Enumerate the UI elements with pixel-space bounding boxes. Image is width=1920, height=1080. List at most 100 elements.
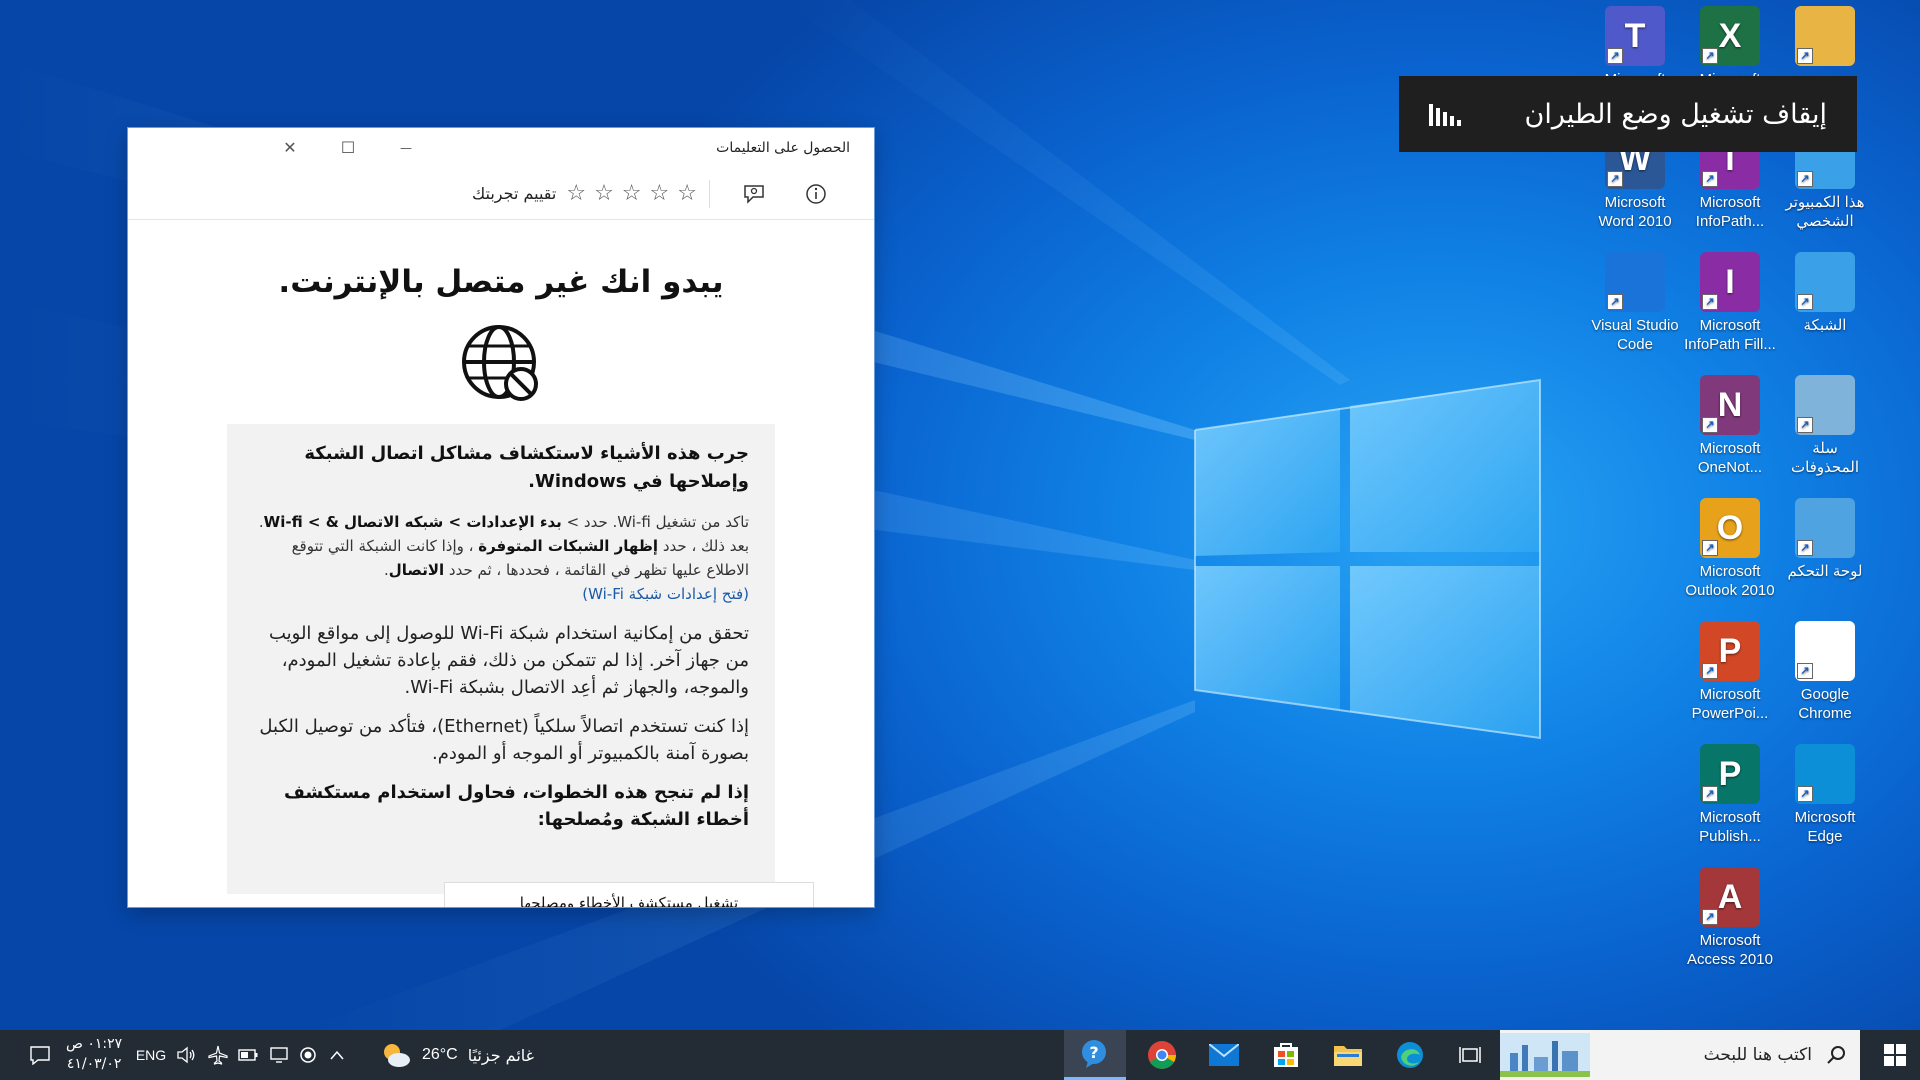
app-icon: O ↗ <box>1700 498 1760 558</box>
mail-icon <box>1209 1044 1239 1066</box>
task-view-button[interactable] <box>1445 1030 1495 1080</box>
shortcut-arrow-icon: ↗ <box>1607 48 1623 64</box>
tray-volume[interactable] <box>172 1030 200 1080</box>
minimize-button[interactable]: — <box>386 136 426 160</box>
wifi-step-text: تاكد من تشغيل Wi-fi. حدد > بدء الإعدادات… <box>257 510 749 582</box>
app-icon: ↗ <box>1795 621 1855 681</box>
taskbar-edge[interactable] <box>1380 1030 1440 1080</box>
info-icon[interactable] <box>798 176 834 212</box>
search-icon <box>1827 1046 1845 1064</box>
contact-support-icon[interactable] <box>736 176 772 212</box>
taskbar-store[interactable] <box>1256 1030 1316 1080</box>
maximize-button[interactable]: ☐ <box>328 136 368 160</box>
app-icon: X ↗ <box>1700 6 1760 66</box>
show-hidden-icons-button[interactable] <box>322 1030 352 1080</box>
step-text: تاكد من تشغيل Wi-fi. حدد > <box>561 513 749 531</box>
run-troubleshooter-button[interactable]: تشغيل مستكشف الأخطاء ومصلحها <box>444 882 814 907</box>
desktop-icon-label: Microsoft Publish... <box>1699 809 1761 845</box>
airplane-icon <box>208 1045 228 1065</box>
rating-stars[interactable]: ☆ ☆ ☆ ☆ ☆ <box>566 181 697 206</box>
shortcut-arrow-icon: ↗ <box>1797 171 1813 187</box>
desktop-icon[interactable]: P ↗ Microsoft Publish... <box>1682 744 1778 846</box>
get-help-window: ✕ ☐ — الحصول على التعليمات ☆ ☆ ☆ ☆ ☆ تقي… <box>128 128 874 907</box>
desktop-icon[interactable]: ↗ Visual Studio Code <box>1587 252 1683 354</box>
tray-record[interactable] <box>296 1030 320 1080</box>
input-language-button[interactable]: ENG <box>132 1030 170 1080</box>
tray-display[interactable] <box>266 1030 292 1080</box>
airplane-mode-toast[interactable]: إيقاف تشغيل وضع الطيران <box>1399 76 1857 152</box>
step-connect: الاتصال <box>388 561 445 579</box>
language-indicator: ENG <box>135 1047 167 1063</box>
desktop-icon[interactable]: ↗ Google Chrome <box>1777 621 1873 723</box>
desktop-icon[interactable]: O ↗ Microsoft Outlook 2010 <box>1682 498 1778 600</box>
globe-blocked-icon <box>462 325 538 401</box>
desktop-icon[interactable]: ↗ Microsoft Edge <box>1777 744 1873 846</box>
help-toolbar: ☆ ☆ ☆ ☆ ☆ تقييم تجربتك <box>128 168 874 220</box>
star-icon[interactable]: ☆ <box>650 181 670 206</box>
app-icon: ↗ <box>1795 6 1855 66</box>
app-icon: ↗ <box>1795 744 1855 804</box>
search-placeholder: اكتب هنا للبحث <box>1703 1045 1812 1065</box>
display-icon <box>270 1047 288 1063</box>
desktop-icon[interactable]: ↗ لوحة التحكم <box>1777 498 1873 581</box>
troubleshoot-panel: جرب هذه الأشياء لاستكشاف مشاكل اتصال الش… <box>227 424 775 894</box>
window-title: الحصول على التعليمات <box>716 140 850 156</box>
desktop-icon-label: الشبكة <box>1803 317 1847 334</box>
desktop-icon-label: Microsoft Access 2010 <box>1687 932 1773 968</box>
desktop-icon-label: Microsoft OneNot... <box>1697 440 1763 476</box>
weather-widget[interactable]: غائم جزئيًا 26°C <box>372 1030 542 1080</box>
close-button[interactable]: ✕ <box>270 136 310 160</box>
clock-date: ٤١/٠٣/٠٢ <box>66 1056 122 1072</box>
desktop-icon[interactable]: ↗ الشبكة <box>1777 252 1873 335</box>
star-icon[interactable]: ☆ <box>622 181 642 206</box>
help-content: يبدو انك غير متصل بالإنترنت. جرب هذه الأ… <box>128 264 874 894</box>
desktop-icon[interactable]: N ↗ Microsoft OneNot... <box>1682 375 1778 477</box>
shortcut-arrow-icon: ↗ <box>1702 909 1718 925</box>
start-button[interactable] <box>1870 1030 1920 1080</box>
chrome-icon <box>1148 1041 1176 1069</box>
taskbar-file-explorer[interactable] <box>1318 1030 1378 1080</box>
notifications-icon <box>30 1046 50 1065</box>
taskbar-chrome[interactable] <box>1132 1030 1192 1080</box>
tray-battery[interactable] <box>234 1030 262 1080</box>
app-icon: N ↗ <box>1700 375 1760 435</box>
app-icon: ↗ <box>1795 252 1855 312</box>
weather-temperature: 26°C <box>421 1046 458 1063</box>
taskbar-clock[interactable]: ٠١:٢٧ ص ٤١/٠٣/٠٢ <box>66 1034 122 1074</box>
app-icon: I ↗ <box>1700 252 1760 312</box>
star-icon[interactable]: ☆ <box>677 181 697 206</box>
partly-cloudy-icon <box>383 1044 410 1067</box>
get-help-icon: ? <box>1082 1039 1106 1068</box>
store-icon <box>1274 1043 1298 1067</box>
desktop-icon-label: Microsoft Word 2010 <box>1598 194 1672 230</box>
taskbar-get-help[interactable]: ? <box>1064 1030 1126 1080</box>
windows-start-icon <box>1884 1044 1906 1066</box>
tray-airplane-mode[interactable] <box>204 1030 232 1080</box>
star-icon[interactable]: ☆ <box>566 181 586 206</box>
app-icon: ↗ <box>1795 375 1855 435</box>
shortcut-arrow-icon: ↗ <box>1797 786 1813 802</box>
svg-text:?: ? <box>1089 1043 1098 1062</box>
taskbar: اكتب هنا للبحث ? غائم جزئيًا 26°C ENG ٠١… <box>0 1030 1920 1080</box>
toolbar-divider <box>709 179 710 208</box>
clock-time: ٠١:٢٧ ص <box>66 1036 123 1052</box>
battery-icon <box>238 1049 258 1061</box>
taskbar-mail[interactable] <box>1194 1030 1254 1080</box>
star-icon[interactable]: ☆ <box>594 181 614 206</box>
shortcut-arrow-icon: ↗ <box>1797 540 1813 556</box>
open-wifi-settings-link[interactable]: (فتح إعدادات شبكة Wi-Fi) <box>257 582 749 606</box>
desktop-icon[interactable]: A ↗ Microsoft Access 2010 <box>1682 867 1778 969</box>
desktop-icon[interactable]: P ↗ Microsoft PowerPoi... <box>1682 621 1778 723</box>
shortcut-arrow-icon: ↗ <box>1607 294 1623 310</box>
action-center-button[interactable] <box>20 1030 60 1080</box>
title-bar[interactable]: ✕ ☐ — الحصول على التعليمات <box>128 128 874 168</box>
taskbar-search[interactable]: اكتب هنا للبحث <box>1500 1030 1860 1080</box>
desktop-icon-label: Microsoft Outlook 2010 <box>1685 563 1775 599</box>
offline-headline: يبدو انك غير متصل بالإنترنت. <box>278 264 724 300</box>
desktop-icon[interactable]: ↗ سلة المحذوفات <box>1777 375 1873 477</box>
desktop-icon[interactable]: I ↗ Microsoft InfoPath Fill... <box>1682 252 1778 354</box>
desktop-icon-label: Visual Studio Code <box>1591 317 1679 353</box>
step-option: إظهار الشبكات المتوفرة <box>478 537 659 555</box>
desktop-icon-label: Google Chrome <box>1798 686 1852 722</box>
app-icon: T ↗ <box>1605 6 1665 66</box>
